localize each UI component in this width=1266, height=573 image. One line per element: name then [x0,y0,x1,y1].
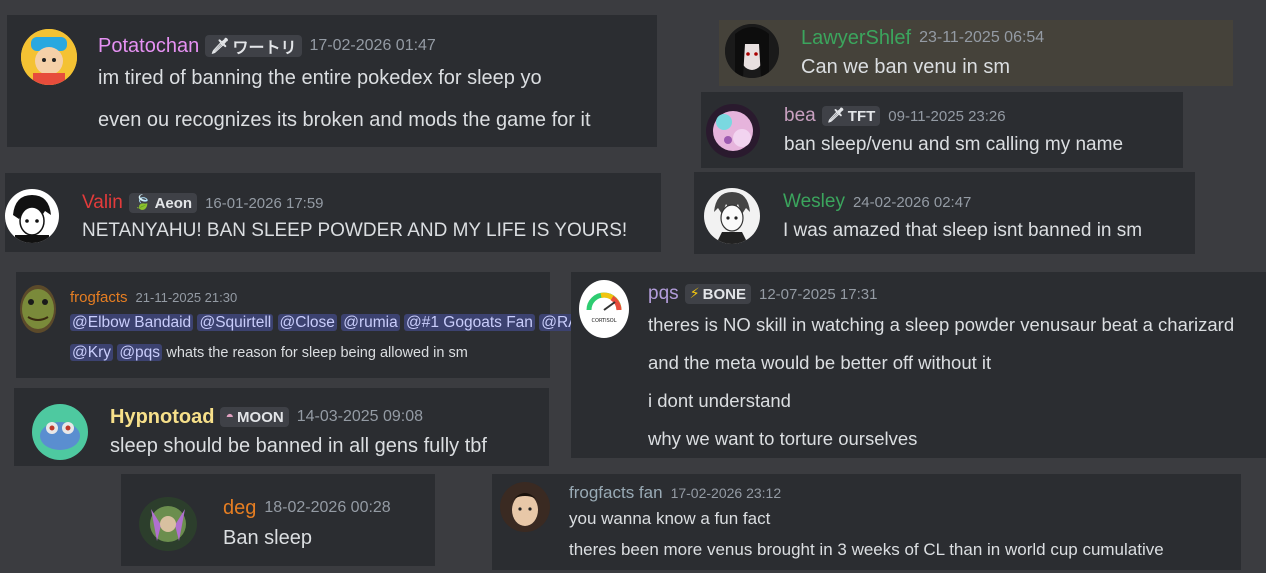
sword-icon: 🗡 [210,38,230,55]
message-text: why we want to torture ourselves [648,428,918,449]
message-text: whats the reason for sleep being allowed… [166,345,468,361]
user-mention[interactable]: @Elbow Bandaid [70,314,194,331]
message-text: and the meta would be better off without… [648,352,992,373]
timestamp: 21-11-2025 21:30 [135,289,238,305]
avatar[interactable] [21,29,77,85]
avatar[interactable] [706,104,760,158]
mentions-row: @Kry @pqs whats the reason for sleep bei… [70,344,468,362]
server-tag-label: Aeon [154,194,193,212]
moon-ball-icon: ◓ [225,409,235,425]
message-text: im tired of banning the entire pokedex f… [98,67,542,89]
timestamp: 16-01-2026 17:59 [205,194,324,212]
message-text: sleep should be banned in all gens fully… [110,435,487,457]
username[interactable]: Valin [82,192,123,214]
message-card-lawyershlef: LawyerShlef 23-11-2025 06:54 Can we ban … [719,20,1233,86]
message-text: theres is NO skill in watching a sleep p… [648,314,1235,335]
avatar[interactable] [5,189,59,243]
server-tag-label: BONE [702,285,746,303]
avatar-label: CORTISOL [592,318,617,324]
leaf-icon: 🍃 [133,195,152,211]
timestamp: 18-02-2026 00:28 [264,499,391,516]
server-tag-label: ワートリ [232,40,297,57]
timestamp: 17-02-2026 23:12 [670,485,782,501]
username[interactable]: frogfacts [70,289,128,306]
avatar[interactable] [20,285,56,333]
message-text: ban sleep/venu and sm calling my name [784,134,1124,155]
message-card-valin: Valin 🍃 Aeon 16-01-2026 17:59 NETANYAHU! … [5,173,661,252]
user-mention[interactable]: @Squirtell [197,314,274,331]
message-card-pqs: CORTISOL pqs ⚡ BONE 12-07-2025 17:31 ther… [571,272,1266,458]
message-text: you wanna know a fun fact [569,509,771,528]
mentions-row: @Elbow Bandaid @Squirtell @Close @rumia … [70,314,603,332]
server-tag[interactable]: 🍃 Aeon [128,192,198,214]
username[interactable]: bea [784,105,816,127]
sword-icon: 🗡 [826,108,845,124]
message-card-hypnotoad: Hypnotoad ◓ MOON 14-03-2025 09:08 sleep s… [14,388,549,466]
message-text: even ou recognizes its broken and mods t… [98,109,591,131]
server-tag[interactable]: 🗡 TFT [821,105,881,127]
timestamp: 24-02-2026 02:47 [852,193,972,211]
message-card-frogfacts: frogfacts 21-11-2025 21:30 @Elbow Bandai… [16,272,603,378]
user-mention[interactable]: @pqs [117,344,163,361]
avatar[interactable]: CORTISOL [579,280,629,338]
timestamp: 14-03-2025 09:08 [296,408,424,425]
timestamp: 09-11-2025 23:26 [888,107,1006,125]
message-text: theres been more venus brought in 3 week… [569,540,1164,559]
user-mention[interactable]: @Kry [70,344,113,361]
message-text: I was amazed that sleep isnt banned in s… [783,220,1143,241]
message-text: Can we ban venu in sm [801,56,1011,78]
username[interactable]: Wesley [783,191,845,213]
user-mention[interactable]: @rumia [341,314,400,331]
message-card-deg: deg 18-02-2026 00:28 Ban sleep [121,474,435,566]
avatar[interactable] [725,24,779,78]
username[interactable]: pqs [648,283,679,305]
message-card-bea: bea 🗡 TFT 09-11-2025 23:26 ban sleep/venu… [701,92,1183,168]
message-card-potatochan: Potatochan 🗡 ワートリ 17-02-2026 01:47 im tir… [7,15,657,147]
message-text: NETANYAHU! BAN SLEEP POWDER AND MY LIFE … [82,220,628,241]
username[interactable]: Potatochan [98,35,199,58]
avatar[interactable] [704,188,760,244]
user-mention[interactable]: @Close [277,314,337,331]
avatar[interactable] [139,497,197,551]
message-card-frogfacts-fan: frogfacts fan 17-02-2026 23:12 you wanna… [492,474,1241,570]
timestamp: 17-02-2026 01:47 [309,37,436,54]
server-tag[interactable]: ⚡ BONE [684,283,751,305]
timestamp: 23-11-2025 06:54 [919,29,1045,46]
message-card-wesley: Wesley 24-02-2026 02:47 I was amazed tha… [694,172,1195,254]
username[interactable]: deg [223,497,256,520]
username[interactable]: Hypnotoad [110,406,214,429]
server-tag[interactable]: ◓ MOON [220,406,289,428]
avatar[interactable] [500,482,550,532]
message-text: i dont understand [648,390,791,411]
message-text: Ban sleep [223,527,312,549]
server-tag-label: TFT [847,107,876,125]
avatar[interactable] [32,404,88,460]
lightning-icon: ⚡ [689,286,700,302]
user-mention[interactable]: @#1 Gogoats Fan [404,314,535,331]
username[interactable]: LawyerShlef [801,27,911,50]
server-tag-label: MOON [237,408,284,426]
server-tag[interactable]: 🗡 ワートリ [205,35,302,57]
username[interactable]: frogfacts fan [569,483,663,503]
timestamp: 12-07-2025 17:31 [759,285,878,303]
